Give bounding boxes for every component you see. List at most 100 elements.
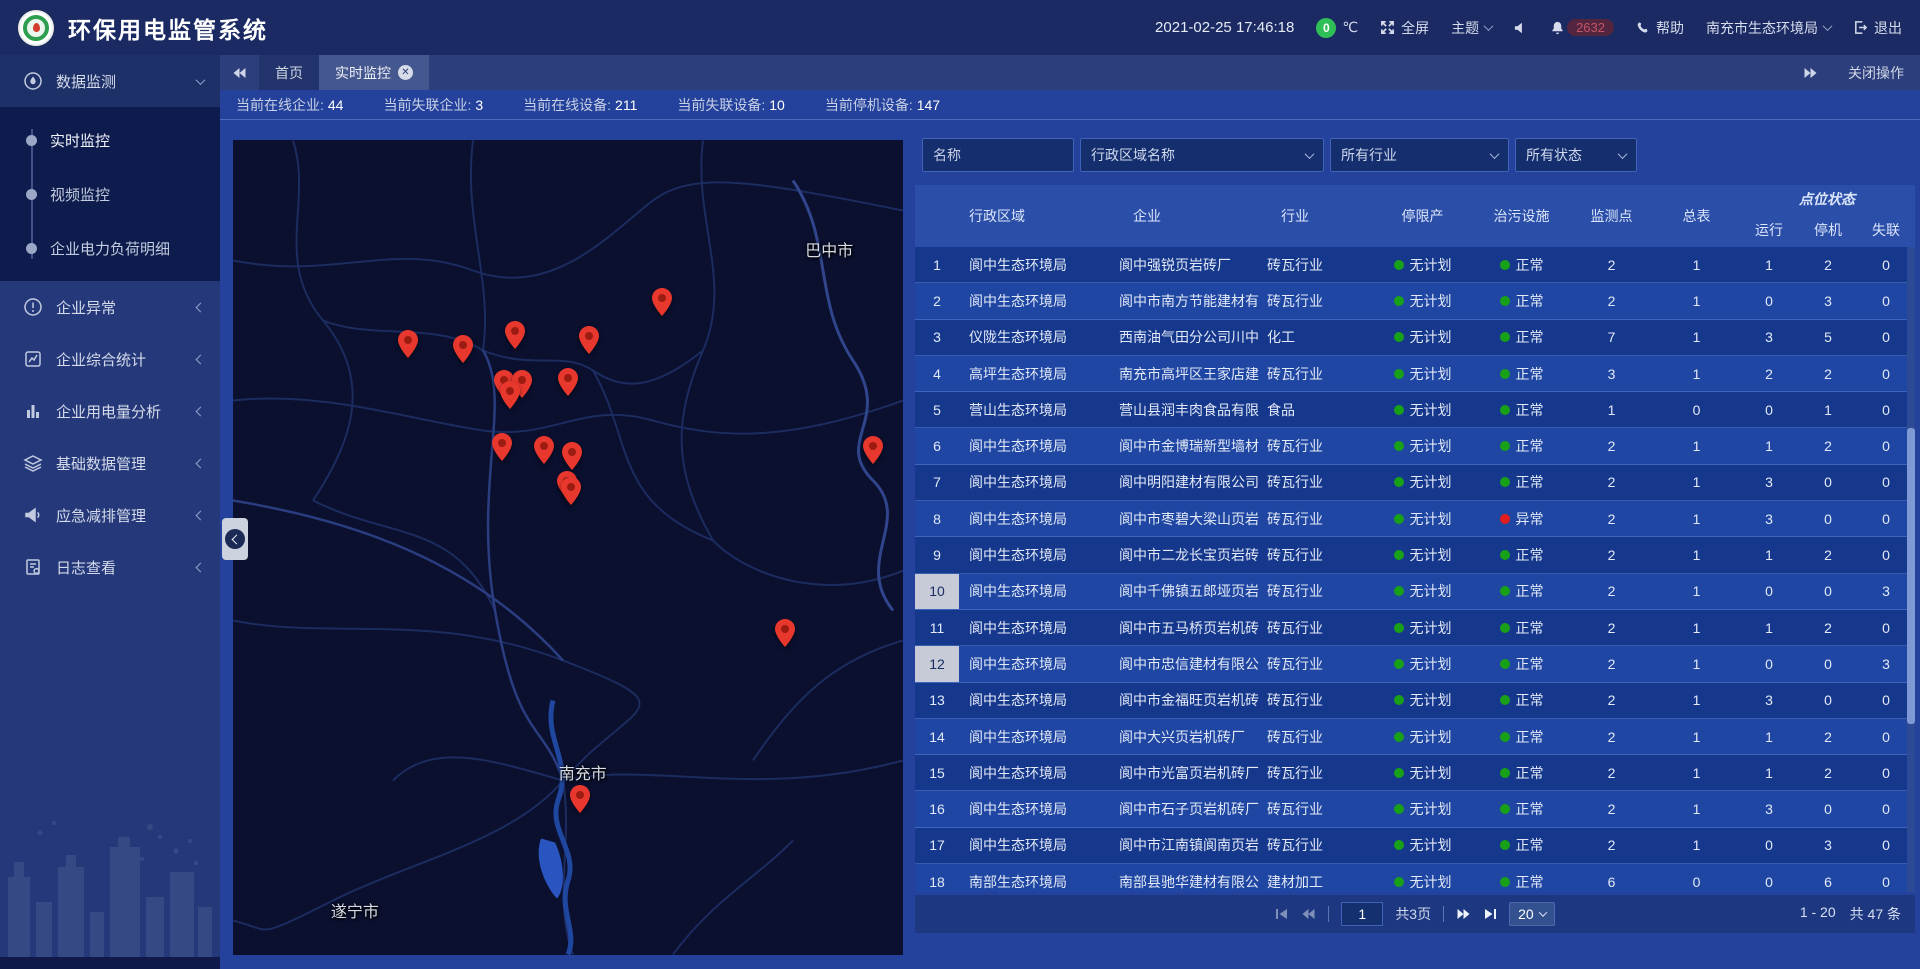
industry-cell: 砖瓦行业 [1261,428,1371,463]
map-pin[interactable] [453,335,473,363]
row-index-cell: 18 [915,864,959,892]
header-index [915,185,959,247]
map-panel[interactable]: 巴中市南充市遂宁市 [233,140,903,955]
map-city-label: 南充市 [559,760,607,784]
map-city-label: 遂宁市 [331,898,379,922]
sidebar-item-emergency-reduction[interactable]: 应急减排管理 [0,489,220,541]
chevron-left-icon [196,302,206,312]
tabs-scroll-left-icon[interactable] [220,67,259,79]
sidebar-item-enterprise-abnormal[interactable]: 企业异常 [0,281,220,333]
table-row[interactable]: 13阆中生态环境局阆中市金福旺页岩机砖砖瓦行业无计划正常21300 [915,683,1915,719]
gauge-icon [22,70,44,92]
org-dropdown[interactable]: 南充市生态环境局 [1706,18,1831,38]
map-roads [233,140,903,955]
table-row[interactable]: 16阆中生态环境局阆中市石子页岩机砖厂砖瓦行业无计划正常21300 [915,791,1915,827]
chevron-down-icon [1490,149,1500,159]
chart-icon [22,400,44,422]
points-cell: 2 [1569,537,1654,572]
scrollbar-thumb[interactable] [1907,428,1915,725]
table-row[interactable]: 3仪陇生态环境局西南油气田分公司川中化工无计划正常71350 [915,320,1915,356]
sidebar-item-log-view[interactable]: 日志查看 [0,541,220,593]
table-row[interactable]: 1阆中生态环境局阆中强锐页岩砖厂砖瓦行业无计划正常21120 [915,247,1915,283]
map-pin[interactable] [579,326,599,354]
table-row[interactable]: 4高坪生态环境局南充市高坪区王家店建砖瓦行业无计划正常31220 [915,356,1915,392]
sidebar: 数据监测实时监控视频监控企业电力负荷明细企业异常企业综合统计企业用电量分析基础数… [0,55,220,969]
table-row[interactable]: 11阆中生态环境局阆中市五马桥页岩机砖砖瓦行业无计划正常21120 [915,610,1915,646]
map-pin[interactable] [562,442,582,470]
submenu-item[interactable]: 实时监控 [0,113,220,167]
tabs-scroll-right-icon[interactable] [1791,67,1830,79]
industry-select[interactable]: 所有行业 [1330,138,1509,172]
sidebar-item-data-monitoring[interactable]: 数据监测 [0,55,220,107]
header-production: 停限产 [1371,185,1474,247]
panel-collapse-handle[interactable] [222,518,248,560]
table-row[interactable]: 8阆中生态环境局阆中市枣碧大梁山页岩砖瓦行业无计划异常21300 [915,501,1915,537]
meters-cell: 1 [1654,465,1739,500]
map-pin[interactable] [534,436,554,464]
industry-cell: 砖瓦行业 [1261,610,1371,645]
total-pages-label: 共3页 [1395,904,1431,924]
status-dot [1394,441,1404,451]
map-pin[interactable] [558,368,578,396]
sidebar-item-label: 数据监测 [56,71,197,92]
name-search-input[interactable] [922,138,1074,172]
industry-select-value: 所有行业 [1341,145,1397,165]
page-size-select[interactable]: 20 [1509,902,1555,926]
table-row[interactable]: 14阆中生态环境局阆中大兴页岩机砖厂砖瓦行业无计划正常21120 [915,719,1915,755]
sidebar-item-enterprise-statistics[interactable]: 企业综合统计 [0,333,220,385]
fullscreen-button[interactable]: 全屏 [1380,18,1429,38]
table-row[interactable]: 15阆中生态环境局阆中市光富页岩机砖厂砖瓦行业无计划正常21120 [915,755,1915,791]
table-row[interactable]: 5营山生态环境局营山县润丰肉食品有限食品无计划正常10010 [915,392,1915,428]
table-row[interactable]: 18南部生态环境局南部县驰华建材有限公建材加工无计划正常60060 [915,864,1915,892]
status-dot [1394,260,1404,270]
table-row[interactable]: 6阆中生态环境局阆中市金博瑞新型墙材砖瓦行业无计划正常21120 [915,428,1915,464]
stop-cell: 5 [1799,320,1857,355]
row-index-cell: 4 [915,356,959,391]
map-pin[interactable] [561,477,581,505]
close-operations-button[interactable]: 关闭操作 [1848,63,1904,83]
table-row[interactable]: 2阆中生态环境局阆中市南方节能建材有砖瓦行业无计划正常21030 [915,283,1915,319]
close-icon[interactable]: ✕ [398,65,413,80]
sidebar-item-base-data[interactable]: 基础数据管理 [0,437,220,489]
region-cell: 阆中生态环境局 [959,574,1109,609]
map-pin[interactable] [500,381,520,409]
prev-page-icon[interactable] [1301,908,1316,920]
map-pin[interactable] [775,619,795,647]
points-cell: 2 [1569,719,1654,754]
row-index-cell: 2 [915,283,959,318]
industry-cell: 砖瓦行业 [1261,828,1371,863]
bullet-icon [26,135,37,146]
table-row[interactable]: 12阆中生态环境局阆中市忠信建材有限公砖瓦行业无计划正常21003 [915,646,1915,682]
row-index-cell: 3 [915,320,959,355]
map-pin[interactable] [398,330,418,358]
points-cell: 2 [1569,683,1654,718]
exit-button[interactable]: 退出 [1853,18,1902,38]
tab-home[interactable]: 首页 [259,55,319,90]
points-cell: 2 [1569,465,1654,500]
region-select[interactable]: 行政区域名称 [1080,138,1324,172]
map-pin[interactable] [652,288,672,316]
sidebar-item-power-analysis[interactable]: 企业用电量分析 [0,385,220,437]
status-dot [1394,623,1404,633]
map-pin[interactable] [492,433,512,461]
page-number-input[interactable] [1341,902,1383,926]
table-row[interactable]: 7阆中生态环境局阆中明阳建材有限公司砖瓦行业无计划正常21300 [915,465,1915,501]
alarm-indicator[interactable]: 2632 [1550,19,1614,36]
next-page-icon[interactable] [1456,908,1471,920]
tab-realtime-monitoring[interactable]: 实时监控 ✕ [319,55,429,90]
submenu-item[interactable]: 企业电力负荷明细 [0,221,220,275]
map-pin[interactable] [570,785,590,813]
table-row[interactable]: 17阆中生态环境局阆中市江南镇阆南页岩砖瓦行业无计划正常21030 [915,828,1915,864]
map-pin[interactable] [505,321,525,349]
map-pin[interactable] [863,436,883,464]
submenu-item[interactable]: 视频监控 [0,167,220,221]
status-select[interactable]: 所有状态 [1515,138,1637,172]
table-scrollbar[interactable] [1907,247,1915,892]
theme-dropdown[interactable]: 主题 [1451,18,1492,38]
table-row[interactable]: 9阆中生态环境局阆中市二龙长宝页岩砖砖瓦行业无计划正常21120 [915,537,1915,573]
sound-toggle[interactable] [1514,21,1528,35]
help-button[interactable]: 帮助 [1636,18,1684,38]
last-page-icon[interactable] [1483,908,1497,920]
first-page-icon[interactable] [1275,908,1289,920]
table-row[interactable]: 10阆中生态环境局阆中千佛镇五郎垭页岩砖瓦行业无计划正常21003 [915,574,1915,610]
